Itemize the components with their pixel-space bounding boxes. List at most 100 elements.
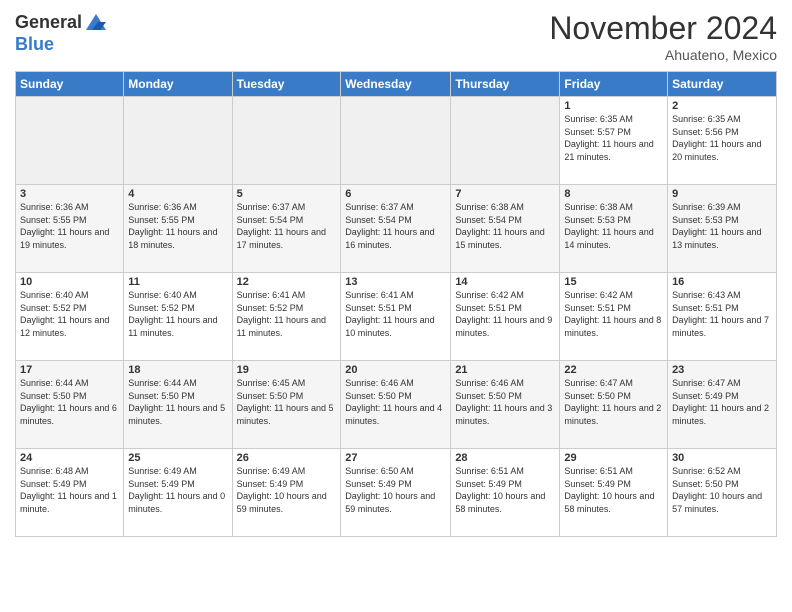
calendar-cell: 26Sunrise: 6:49 AM Sunset: 5:49 PM Dayli… (232, 449, 341, 537)
day-number: 21 (455, 364, 555, 376)
calendar-cell: 29Sunrise: 6:51 AM Sunset: 5:49 PM Dayli… (560, 449, 668, 537)
day-number: 25 (128, 452, 227, 464)
day-number: 20 (345, 364, 446, 376)
calendar-cell: 17Sunrise: 6:44 AM Sunset: 5:50 PM Dayli… (16, 361, 124, 449)
title-block: November 2024 Ahuateno, Mexico (549, 10, 777, 63)
calendar-cell: 12Sunrise: 6:41 AM Sunset: 5:52 PM Dayli… (232, 273, 341, 361)
calendar-cell: 28Sunrise: 6:51 AM Sunset: 5:49 PM Dayli… (451, 449, 560, 537)
day-info: Sunrise: 6:41 AM Sunset: 5:51 PM Dayligh… (345, 289, 446, 339)
calendar-cell: 19Sunrise: 6:45 AM Sunset: 5:50 PM Dayli… (232, 361, 341, 449)
day-info: Sunrise: 6:51 AM Sunset: 5:49 PM Dayligh… (564, 465, 663, 515)
day-number: 27 (345, 452, 446, 464)
calendar-cell (16, 97, 124, 185)
day-number: 12 (237, 276, 337, 288)
day-info: Sunrise: 6:38 AM Sunset: 5:53 PM Dayligh… (564, 201, 663, 251)
calendar-cell: 25Sunrise: 6:49 AM Sunset: 5:49 PM Dayli… (124, 449, 232, 537)
day-info: Sunrise: 6:49 AM Sunset: 5:49 PM Dayligh… (237, 465, 337, 515)
month-title: November 2024 (549, 10, 777, 47)
day-number: 4 (128, 188, 227, 200)
day-info: Sunrise: 6:39 AM Sunset: 5:53 PM Dayligh… (672, 201, 772, 251)
day-number: 17 (20, 364, 119, 376)
calendar-row-1: 3 Sunrise: 6:36 AM Sunset: 5:55 PM Daylig… (16, 185, 777, 273)
day-info: Sunrise: 6:49 AM Sunset: 5:49 PM Dayligh… (128, 465, 227, 515)
calendar-cell: 20Sunrise: 6:46 AM Sunset: 5:50 PM Dayli… (341, 361, 451, 449)
calendar-cell: 14Sunrise: 6:42 AM Sunset: 5:51 PM Dayli… (451, 273, 560, 361)
calendar-cell: 13Sunrise: 6:41 AM Sunset: 5:51 PM Dayli… (341, 273, 451, 361)
header-wednesday: Wednesday (341, 72, 451, 97)
logo: General Blue (15, 10, 108, 55)
day-number: 3 (20, 188, 119, 200)
logo-general: General (15, 12, 82, 33)
header-sunday: Sunday (16, 72, 124, 97)
calendar-cell: 22Sunrise: 6:47 AM Sunset: 5:50 PM Dayli… (560, 361, 668, 449)
day-info: Sunrise: 6:46 AM Sunset: 5:50 PM Dayligh… (345, 377, 446, 427)
day-number: 22 (564, 364, 663, 376)
day-number: 26 (237, 452, 337, 464)
calendar-cell: 27Sunrise: 6:50 AM Sunset: 5:49 PM Dayli… (341, 449, 451, 537)
calendar-cell: 5Sunrise: 6:37 AM Sunset: 5:54 PM Daylig… (232, 185, 341, 273)
day-number: 16 (672, 276, 772, 288)
header-saturday: Saturday (668, 72, 777, 97)
calendar-cell: 7Sunrise: 6:38 AM Sunset: 5:54 PM Daylig… (451, 185, 560, 273)
calendar-cell: 21Sunrise: 6:46 AM Sunset: 5:50 PM Dayli… (451, 361, 560, 449)
day-number: 9 (672, 188, 772, 200)
calendar-cell: 6Sunrise: 6:37 AM Sunset: 5:54 PM Daylig… (341, 185, 451, 273)
day-number: 30 (672, 452, 772, 464)
day-info: Sunrise: 6:44 AM Sunset: 5:50 PM Dayligh… (20, 377, 119, 427)
day-info: Sunrise: 6:41 AM Sunset: 5:52 PM Dayligh… (237, 289, 337, 339)
calendar-row-2: 10 Sunrise: 6:40 AM Sunset: 5:52 PM Dayli… (16, 273, 777, 361)
day-number: 13 (345, 276, 446, 288)
location-subtitle: Ahuateno, Mexico (549, 47, 777, 63)
calendar-cell: 15Sunrise: 6:42 AM Sunset: 5:51 PM Dayli… (560, 273, 668, 361)
calendar-cell: 4Sunrise: 6:36 AM Sunset: 5:55 PM Daylig… (124, 185, 232, 273)
page: General Blue November 2024 Ahuateno, Mex… (0, 0, 792, 612)
day-info: Sunrise: 6:48 AM Sunset: 5:49 PM Dayligh… (20, 465, 119, 515)
day-number: 10 (20, 276, 119, 288)
day-info: Sunrise: 6:51 AM Sunset: 5:49 PM Dayligh… (455, 465, 555, 515)
day-info: Sunrise: 6:43 AM Sunset: 5:51 PM Dayligh… (672, 289, 772, 339)
calendar-cell: 11Sunrise: 6:40 AM Sunset: 5:52 PM Dayli… (124, 273, 232, 361)
day-number: 11 (128, 276, 227, 288)
calendar-cell: 9Sunrise: 6:39 AM Sunset: 5:53 PM Daylig… (668, 185, 777, 273)
day-info: Sunrise: 6:46 AM Sunset: 5:50 PM Dayligh… (455, 377, 555, 427)
calendar-row-4: 24Sunrise: 6:48 AM Sunset: 5:49 PM Dayli… (16, 449, 777, 537)
day-number: 29 (564, 452, 663, 464)
day-info: Sunrise: 6:45 AM Sunset: 5:50 PM Dayligh… (237, 377, 337, 427)
header-tuesday: Tuesday (232, 72, 341, 97)
calendar-cell (451, 97, 560, 185)
day-number: 6 (345, 188, 446, 200)
day-number: 18 (128, 364, 227, 376)
day-info: Sunrise: 6:50 AM Sunset: 5:49 PM Dayligh… (345, 465, 446, 515)
day-number: 1 (564, 100, 663, 112)
day-info: Sunrise: 6:37 AM Sunset: 5:54 PM Dayligh… (237, 201, 337, 251)
day-number: 5 (237, 188, 337, 200)
day-number: 7 (455, 188, 555, 200)
day-info: Sunrise: 6:37 AM Sunset: 5:54 PM Dayligh… (345, 201, 446, 251)
calendar: Sunday Monday Tuesday Wednesday Thursday… (15, 71, 777, 537)
calendar-cell: 1Sunrise: 6:35 AM Sunset: 5:57 PM Daylig… (560, 97, 668, 185)
day-info: Sunrise: 6:35 AM Sunset: 5:56 PM Dayligh… (672, 113, 772, 163)
day-number: 28 (455, 452, 555, 464)
day-number: 23 (672, 364, 772, 376)
calendar-cell: 24Sunrise: 6:48 AM Sunset: 5:49 PM Dayli… (16, 449, 124, 537)
calendar-cell: 30Sunrise: 6:52 AM Sunset: 5:50 PM Dayli… (668, 449, 777, 537)
header-thursday: Thursday (451, 72, 560, 97)
calendar-cell: 23Sunrise: 6:47 AM Sunset: 5:49 PM Dayli… (668, 361, 777, 449)
calendar-cell: 3Sunrise: 6:36 AM Sunset: 5:55 PM Daylig… (16, 185, 124, 273)
logo-icon (84, 10, 108, 34)
logo-blue: Blue (15, 34, 54, 55)
calendar-cell: 18Sunrise: 6:44 AM Sunset: 5:50 PM Dayli… (124, 361, 232, 449)
calendar-row-3: 17Sunrise: 6:44 AM Sunset: 5:50 PM Dayli… (16, 361, 777, 449)
header: General Blue November 2024 Ahuateno, Mex… (15, 10, 777, 63)
day-info: Sunrise: 6:52 AM Sunset: 5:50 PM Dayligh… (672, 465, 772, 515)
day-number: 15 (564, 276, 663, 288)
calendar-cell (341, 97, 451, 185)
day-info: Sunrise: 6:36 AM Sunset: 5:55 PM Dayligh… (128, 201, 227, 251)
header-monday: Monday (124, 72, 232, 97)
calendar-row-0: 1Sunrise: 6:35 AM Sunset: 5:57 PM Daylig… (16, 97, 777, 185)
header-friday: Friday (560, 72, 668, 97)
calendar-cell (124, 97, 232, 185)
day-info: Sunrise: 6:40 AM Sunset: 5:52 PM Dayligh… (128, 289, 227, 339)
day-info: Sunrise: 6:35 AM Sunset: 5:57 PM Dayligh… (564, 113, 663, 163)
day-info: Sunrise: 6:47 AM Sunset: 5:49 PM Dayligh… (672, 377, 772, 427)
